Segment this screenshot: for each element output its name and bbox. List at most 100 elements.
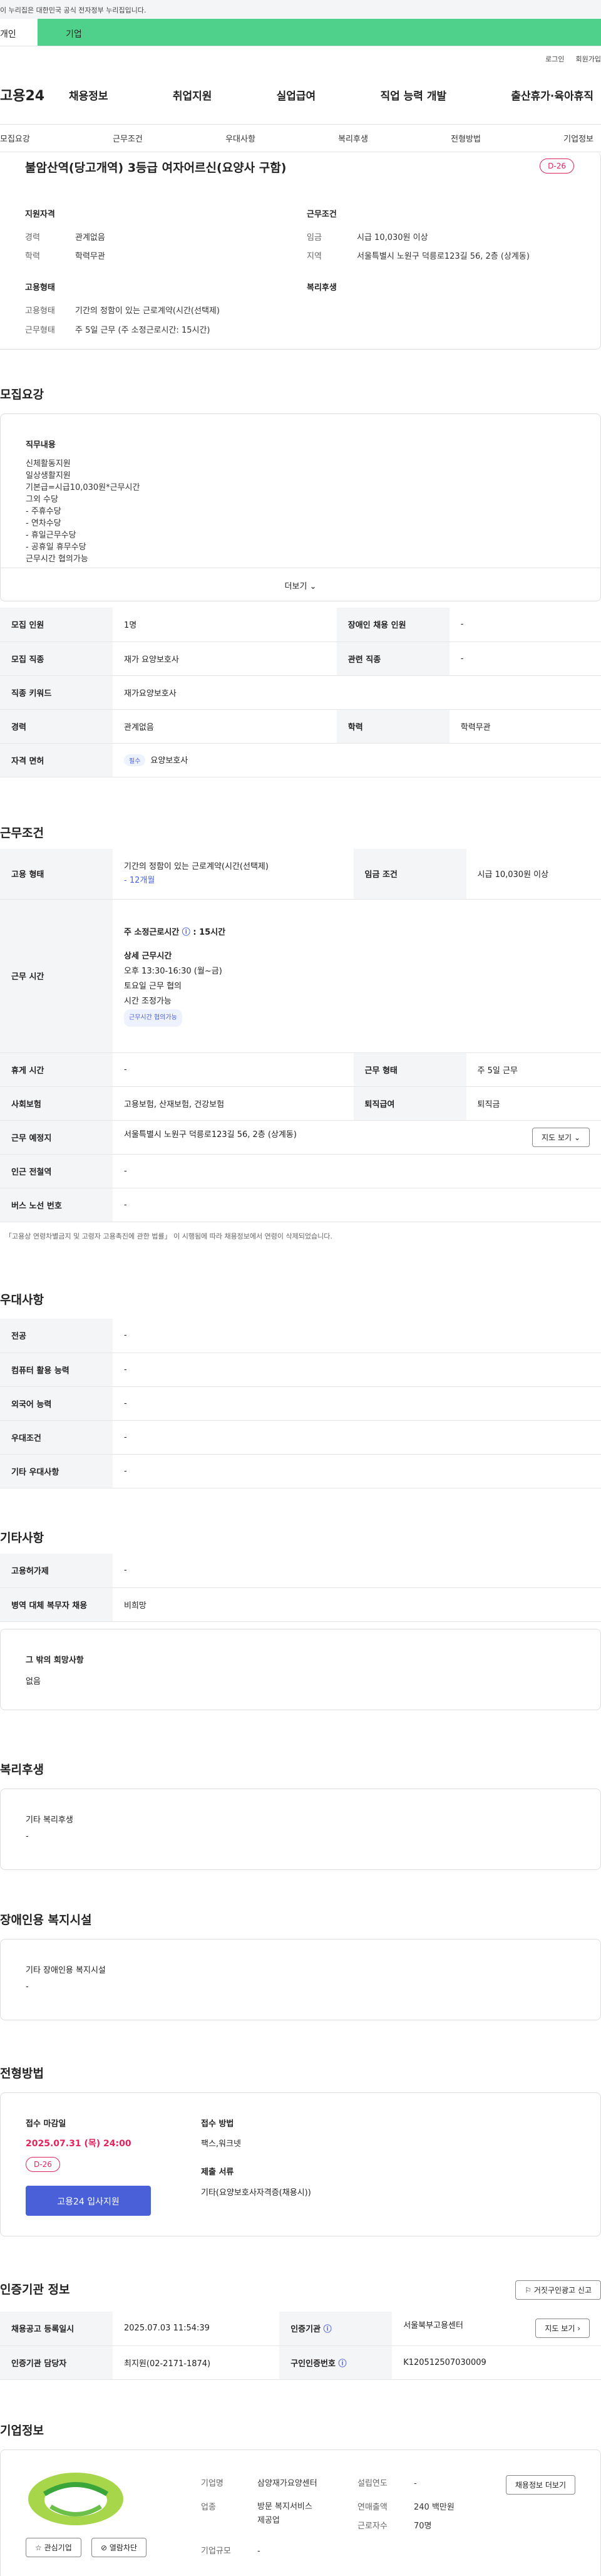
gnb-item-training[interactable]: 직업 능력 개발 — [380, 87, 446, 103]
detail-hours-heading: 상세 근무시간 — [124, 951, 172, 961]
detail-hours-line: 오후 13:30-16:30 (월~금) — [124, 966, 222, 976]
gnb-item-jobs[interactable]: 채용정보 — [69, 87, 108, 103]
table-row: 근무 시간 주 소정근로시간 ⓘ : 15시간 상세 근무시간 오후 13:30… — [0, 899, 601, 1053]
cell-value: - — [113, 1454, 601, 1488]
method-value: 팩스,워크넷 — [201, 2139, 241, 2149]
welfare-box: 기타 복리후생 - — [0, 1789, 601, 1870]
cell-label: 컴퓨터 활용 능력 — [0, 1353, 113, 1387]
etc-title: 기타사항 — [0, 1531, 44, 1545]
table-row: 근무 예정지 서울특별시 노원구 덕릉로123길 56, 2층 (상계동) 지도 보… — [0, 1120, 601, 1155]
duty-line: 일상생활지원 — [26, 471, 71, 480]
cell-value: 서울특별시 노원구 덕릉로123길 56, 2층 (상계동) 지도 보기 ⌄ — [113, 1120, 601, 1155]
wage-row: 임금 시급 10,030원 이상 — [307, 231, 428, 242]
subnav-workcond[interactable]: 근무조건 — [113, 132, 143, 144]
section-nav: 모집요강 근무조건 우대사항 복리후생 전형방법 기업정보 — [0, 125, 601, 152]
cell-value: 서울북부고용센터 지도 보기 › — [392, 2312, 601, 2346]
cell-label: 우대조건 — [0, 1420, 113, 1455]
cell-value: 1명 — [113, 608, 337, 642]
cell-value: 고용보험, 산재보험, 건강보험 — [113, 1086, 354, 1121]
agency-map-button[interactable]: 지도 보기 › — [535, 2319, 590, 2339]
career-value: 관계없음 — [75, 233, 105, 242]
login-link[interactable]: 로그인 — [545, 55, 564, 63]
cell-label: 고용허가제 — [0, 1554, 113, 1588]
subnav-pref[interactable]: 우대사항 — [225, 132, 255, 144]
table-row: 인증기관 담당자 최지원(02-2171-1874) 구인인증번호 ⓘ K120512… — [0, 2345, 601, 2380]
edu-label: 학력 — [25, 252, 40, 261]
est-row: 설립연도 - — [357, 2476, 417, 2488]
duty-line: 근무시간 협의가능 — [26, 554, 88, 564]
employees-row: 근로자수 70명 — [357, 2519, 432, 2531]
map-button[interactable]: 지도 보기 ⌄ — [532, 1127, 590, 1147]
table-row: 휴게 시간 - 근무 형태 주 5일 근무 — [0, 1052, 601, 1087]
pref-table: 전공 - 컴퓨터 활용 능력 - 외국어 능력 - 우대조건 - 기타 우대사항 - — [0, 1319, 601, 1488]
favorite-label: 관심기업 — [44, 2543, 72, 2552]
age-note: 「고용상 연령차별금지 및 고령자 고용촉진에 관한 법률」 이 시행됨에 따라… — [5, 1232, 332, 1240]
map-label: 지도 보기 — [542, 1133, 572, 1142]
size-value: - — [257, 2547, 260, 2556]
workcond-table: 고용 형태 기간의 정함이 있는 근로계약(시간(선택제) - 12개월 임금 조건 시… — [0, 849, 601, 1222]
gnb-item-leave[interactable]: 출산휴가·육아휴직 — [511, 87, 593, 103]
apply-button[interactable]: 고용24 입사지원 — [26, 2186, 151, 2216]
favorite-company-button[interactable]: ☆ 관심기업 — [26, 2538, 81, 2557]
qual-heading: 지원자격 — [25, 210, 55, 219]
size-label: 기업규모 — [201, 2547, 231, 2556]
size-row: 기업규모 - — [201, 2544, 260, 2556]
cell-label: 버스 노선 번호 — [0, 1188, 113, 1222]
cell-value: - — [449, 641, 601, 676]
global-nav: 고용24 채용정보 취업지원 실업급여 직업 능력 개발 출산휴가·육아휴직 — [0, 65, 601, 125]
more-button[interactable]: 더보기 ⌄ — [1, 568, 600, 601]
block-icon: ⊘ — [101, 2543, 108, 2552]
info-icon[interactable]: ⓘ — [182, 928, 190, 937]
process-box: 접수 마감일 2025.07.31 (목) 24:00 D-26 고용24 입사… — [0, 2092, 601, 2236]
duty-content: 신체활동지원 일상생활지원 기본급=시급10,030원*근무시간 그외 수당 - 주휴수… — [26, 458, 140, 565]
industry-value: 방문 복지서비스 제공업 — [257, 2500, 312, 2528]
emptype-label: 고용형태 — [25, 306, 55, 316]
emptype-value: 기간의 정함이 있는 근로계약(시간(선택제) — [124, 861, 269, 871]
more-jobs-button[interactable]: 채용정보 더보기 — [505, 2475, 575, 2495]
cell-label: 전공 — [0, 1319, 113, 1353]
subnav-recruit[interactable]: 모집요강 — [0, 132, 30, 144]
gnb-item-unemployment[interactable]: 실업급여 — [277, 87, 316, 103]
tab-personal[interactable]: 개인 — [0, 19, 38, 46]
recruit-title: 모집요강 — [0, 388, 44, 402]
location-value: 서울특별시 노원구 덕릉로123길 56, 2층 (상계동) — [124, 1130, 297, 1140]
table-row: 병역 대체 복무자 채용 비희망 — [0, 1587, 601, 1622]
weekly-hours: 주 소정근로시간 ⓘ : 15시간 — [124, 927, 226, 937]
gov-banner-text: 이 누리집은 대한민국 공식 전자정부 누리집입니다. — [0, 6, 146, 14]
cell-label: 근무 시간 — [0, 899, 113, 1053]
subnav-company[interactable]: 기업정보 — [563, 132, 593, 144]
table-row: 외국어 능력 - — [0, 1386, 601, 1421]
edu-row: 학력 학력무관 — [25, 249, 105, 261]
company-box: ☆ 관심기업 ⊘ 열람차단 기업명 삼양재가요양센터 업종 방문 복지서비스 제공업 … — [0, 2449, 601, 2576]
cell-label: 인증기관 ⓘ — [279, 2312, 393, 2346]
cell-label: 경력 — [0, 709, 113, 744]
emp-heading: 고용형태 — [25, 283, 55, 293]
company-name-value: 삼양재가요양센터 — [257, 2479, 317, 2488]
info-icon[interactable]: ⓘ — [324, 2325, 332, 2334]
block-button[interactable]: ⊘ 열람차단 — [91, 2538, 147, 2557]
gnb-item-employment-support[interactable]: 취업지원 — [173, 87, 212, 103]
subnav-process[interactable]: 전형방법 — [451, 132, 481, 144]
subnav-welfare[interactable]: 복리후생 — [338, 132, 368, 144]
report-button[interactable]: ⚐ 거짓구인광고 신고 — [515, 2280, 601, 2300]
recruit-table: 모집 인원 1명 장애인 채용 인원 - 모집 직종 재가 요양보호사 관련 직종 - 직종… — [0, 608, 601, 777]
cell-value: 필수 요양보호사 — [113, 743, 601, 777]
disab-box: 기타 장애인용 복지시설 - — [0, 1939, 601, 2020]
cell-label: 외국어 능력 — [0, 1386, 113, 1421]
worktype-value: 주 5일 근무 (주 소정근로시간: 15시간) — [75, 326, 210, 335]
cell-value: - — [113, 1554, 601, 1588]
star-icon: ☆ — [35, 2543, 42, 2552]
info-icon[interactable]: ⓘ — [339, 2359, 347, 2369]
industry-row: 업종 방문 복지서비스 제공업 — [201, 2500, 312, 2528]
cell-label: 병역 대체 복무자 채용 — [0, 1587, 113, 1622]
tab-company[interactable]: 기업 — [38, 19, 601, 46]
table-row: 채용공고 등록일시 2025.07.03 11:54:39 인증기관 ⓘ 서울북부고용… — [0, 2312, 601, 2346]
report-label: 거짓구인광고 신고 — [533, 2286, 592, 2295]
career-row: 경력 관계없음 — [25, 231, 105, 242]
cell-label: 기타 우대사항 — [0, 1454, 113, 1488]
logo[interactable]: 고용24 — [0, 85, 69, 105]
more-label: 더보기 — [284, 582, 307, 591]
company-name-label: 기업명 — [201, 2479, 223, 2488]
signup-link[interactable]: 회원가입 — [576, 55, 601, 63]
table-row: 모집 직종 재가 요양보호사 관련 직종 - — [0, 641, 601, 676]
